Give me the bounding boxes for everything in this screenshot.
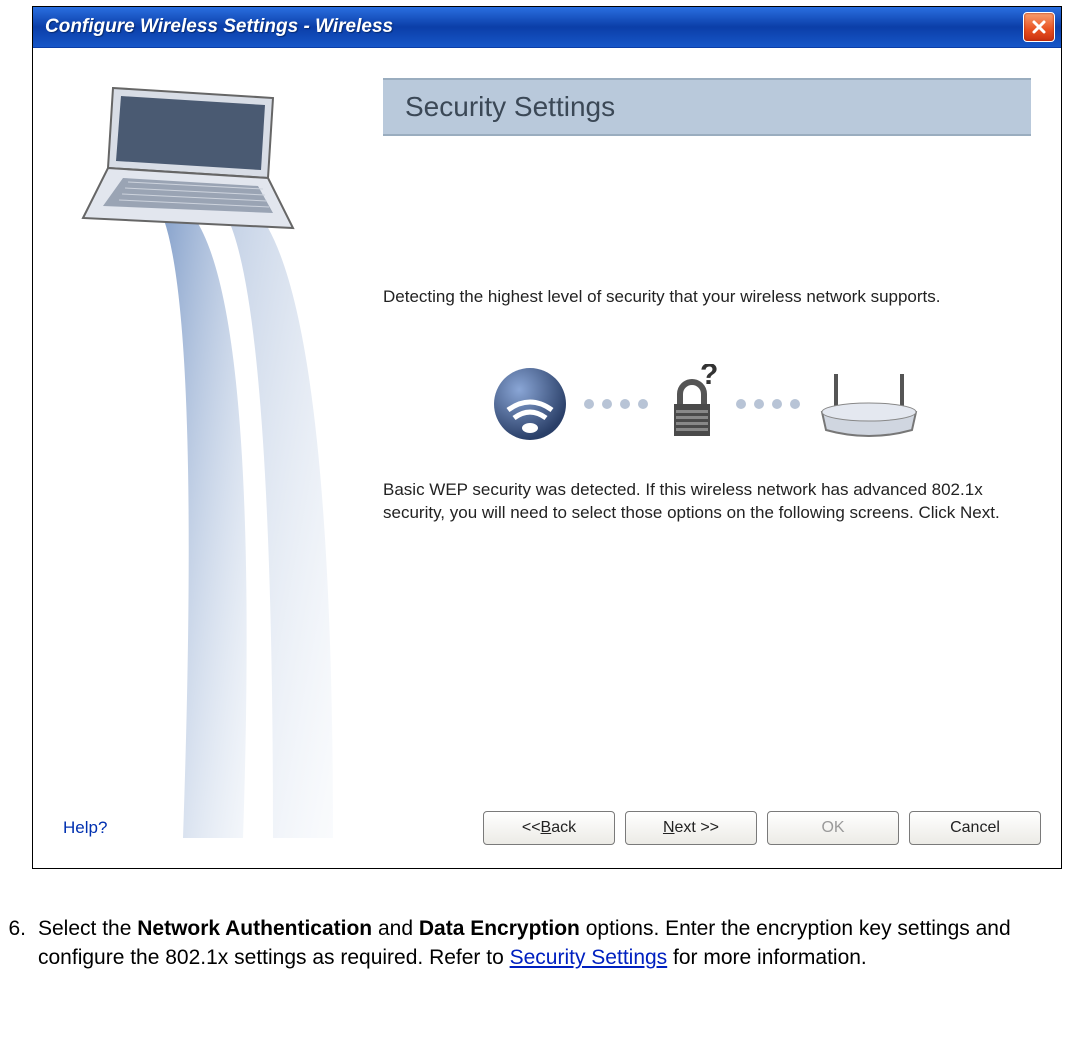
next-button[interactable]: Next >>: [625, 811, 757, 845]
cancel-label: Cancel: [950, 819, 1000, 837]
step-number: 6.: [0, 914, 26, 943]
next-rest: ext >>: [675, 819, 719, 837]
back-accel: B: [541, 819, 552, 837]
svg-text:?: ?: [700, 364, 718, 391]
progress-dots-left: [584, 399, 648, 409]
next-accel: N: [663, 819, 675, 837]
titlebar: Configure Wireless Settings - Wireless: [33, 7, 1061, 48]
lock-question-icon: ?: [662, 364, 722, 444]
step-text: Select the Network Authentication and Da…: [38, 914, 1057, 973]
security-settings-link[interactable]: Security Settings: [510, 946, 668, 969]
router-icon: [814, 364, 924, 444]
close-icon: [1031, 19, 1047, 35]
back-rest: ack: [551, 819, 576, 837]
instruction-step: 6. Select the Network Authentication and…: [0, 914, 1057, 973]
page-title: Security Settings: [405, 91, 615, 123]
close-button[interactable]: [1023, 12, 1055, 42]
result-text: Basic WEP security was detected. If this…: [383, 479, 1031, 525]
wifi-globe-icon: [490, 364, 570, 444]
cancel-button[interactable]: Cancel: [909, 811, 1041, 845]
back-button[interactable]: << Back: [483, 811, 615, 845]
window-title: Configure Wireless Settings - Wireless: [45, 16, 393, 38]
back-prefix: <<: [522, 819, 541, 837]
detecting-text: Detecting the highest level of security …: [383, 286, 1031, 309]
wireless-beam-graphic: [153, 198, 373, 838]
help-link[interactable]: Help?: [63, 818, 107, 838]
detection-graphic-row: ?: [383, 349, 1031, 459]
right-content-pane: Security Settings Detecting the highest …: [383, 48, 1061, 868]
progress-dots-right: [736, 399, 800, 409]
page-header-band: Security Settings: [383, 78, 1031, 136]
ok-label: OK: [821, 819, 844, 837]
laptop-icon: [63, 78, 303, 258]
left-graphic-pane: [33, 48, 383, 868]
dialog-footer: Help? << Back Next >> OK Cancel: [33, 798, 1061, 868]
dialog-body: Security Settings Detecting the highest …: [33, 48, 1061, 868]
ok-button: OK: [767, 811, 899, 845]
dialog-window: Configure Wireless Settings - Wireless: [32, 6, 1062, 869]
